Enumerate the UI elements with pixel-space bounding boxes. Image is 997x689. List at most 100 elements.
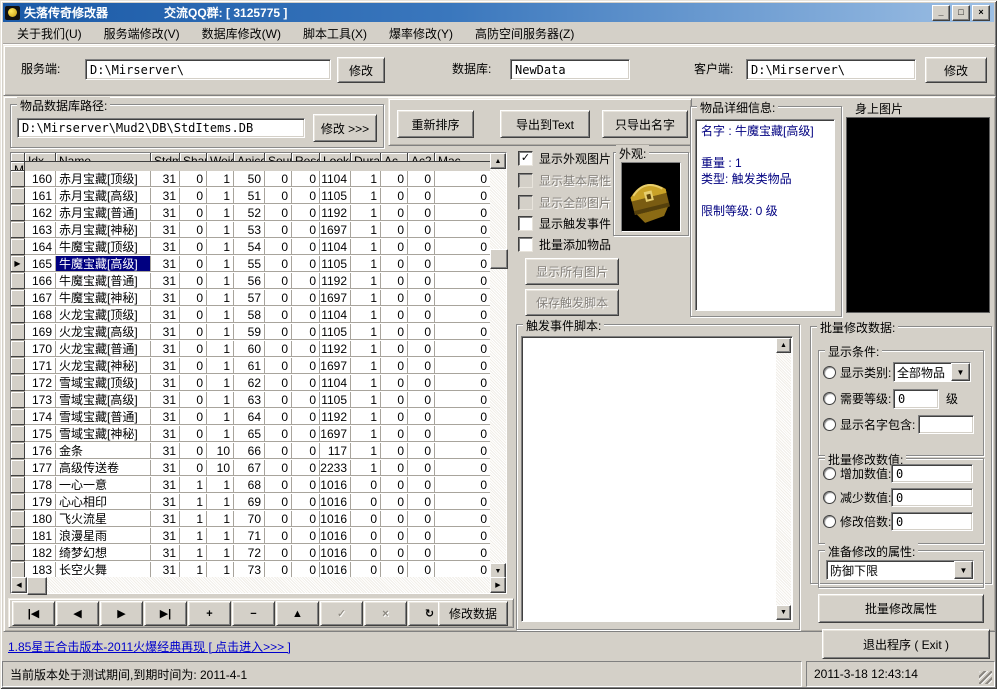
item-value-cell[interactable]: 1192	[320, 409, 351, 425]
item-value-cell[interactable]: 1	[351, 290, 381, 306]
nav-insert-button[interactable]: +	[188, 601, 231, 626]
item-value-cell[interactable]: 170	[25, 341, 56, 357]
item-value-cell[interactable]: 0	[180, 443, 207, 459]
column-header-shape[interactable]: Shape	[180, 153, 207, 162]
modify-data-button[interactable]: 修改数据	[438, 601, 508, 626]
item-value-cell[interactable]: 31	[151, 562, 180, 578]
client-path-input[interactable]: D:\Mirserver\	[746, 59, 916, 80]
item-value-cell[interactable]: 0	[435, 324, 491, 340]
item-value-cell[interactable]: 10	[207, 443, 234, 459]
item-value-cell[interactable]: 1697	[320, 358, 351, 374]
item-value-cell[interactable]: 0	[408, 494, 435, 510]
table-row[interactable]: ▶165牛魔宝藏[高级]3101550011051000	[11, 256, 491, 273]
column-header-name[interactable]: Name	[56, 153, 151, 162]
item-value-cell[interactable]: 0	[408, 222, 435, 238]
item-value-cell[interactable]: 1	[207, 375, 234, 391]
view-option-5[interactable]: 批量添加物品	[518, 236, 611, 253]
item-value-cell[interactable]: 1	[207, 511, 234, 527]
chevron-down-icon[interactable]: ▼	[954, 561, 973, 579]
item-value-cell[interactable]: 0	[435, 477, 491, 493]
item-value-cell[interactable]: 0	[381, 562, 408, 578]
item-value-cell[interactable]: 0	[408, 239, 435, 255]
table-row[interactable]: 176金条3101066001171000	[11, 443, 491, 460]
item-value-cell[interactable]: 31	[151, 426, 180, 442]
item-value-cell[interactable]: 1	[207, 392, 234, 408]
item-value-cell[interactable]: 0	[435, 358, 491, 374]
item-value-cell[interactable]: 0	[180, 409, 207, 425]
item-value-cell[interactable]: 0	[265, 358, 292, 374]
item-value-cell[interactable]: 1	[207, 290, 234, 306]
item-value-cell[interactable]: 0	[408, 460, 435, 476]
client-modify-button[interactable]: 修改	[925, 57, 987, 83]
item-value-cell[interactable]: 183	[25, 562, 56, 578]
server-path-input[interactable]: D:\Mirserver\	[85, 59, 331, 80]
table-row[interactable]: 181浪漫星雨3111710010160000	[11, 528, 491, 545]
column-header-weigh[interactable]: Weigh	[207, 153, 234, 162]
sub-value-input[interactable]: 0	[891, 488, 973, 507]
item-value-cell[interactable]: 31	[151, 222, 180, 238]
table-row[interactable]: 166牛魔宝藏[普通]3101560011921000	[11, 273, 491, 290]
nav-edit-button[interactable]: ▲	[276, 601, 319, 626]
item-value-cell[interactable]: 1	[351, 324, 381, 340]
exit-button[interactable]: 退出程序 ( Exit )	[822, 629, 990, 659]
item-value-cell[interactable]: 0	[351, 528, 381, 544]
item-name-cell[interactable]: 牛魔宝藏[高级]	[56, 256, 151, 272]
item-value-cell[interactable]: 117	[320, 443, 351, 459]
item-value-cell[interactable]: 0	[265, 545, 292, 561]
item-value-cell[interactable]: 0	[180, 460, 207, 476]
item-value-cell[interactable]: 0	[408, 171, 435, 187]
item-value-cell[interactable]: 1	[351, 426, 381, 442]
item-value-cell[interactable]: 0	[351, 562, 381, 578]
item-value-cell[interactable]: 50	[234, 171, 265, 187]
category-radio[interactable]	[823, 366, 836, 379]
table-row[interactable]: 161赤月宝藏[高级]3101510011051000	[11, 188, 491, 205]
item-value-cell[interactable]: 31	[151, 528, 180, 544]
sub-value-radio[interactable]	[823, 491, 836, 504]
item-value-cell[interactable]: 0	[180, 205, 207, 221]
item-name-cell[interactable]: 牛魔宝藏[神秘]	[56, 290, 151, 306]
item-value-cell[interactable]: 0	[292, 409, 320, 425]
item-value-cell[interactable]: 31	[151, 256, 180, 272]
item-value-cell[interactable]: 0	[435, 375, 491, 391]
item-value-cell[interactable]: 59	[234, 324, 265, 340]
item-value-cell[interactable]: 0	[265, 443, 292, 459]
name-contains-radio[interactable]	[823, 418, 836, 431]
item-value-cell[interactable]: 0	[180, 375, 207, 391]
item-value-cell[interactable]: 0	[381, 205, 408, 221]
category-select[interactable]: 全部物品 ▼	[893, 362, 971, 382]
item-name-cell[interactable]: 绮梦幻想	[56, 545, 151, 561]
item-value-cell[interactable]: 68	[234, 477, 265, 493]
item-value-cell[interactable]: 0	[381, 426, 408, 442]
item-value-cell[interactable]: 0	[381, 545, 408, 561]
scroll-up-icon[interactable]: ▲	[490, 153, 506, 169]
item-value-cell[interactable]: 0	[408, 545, 435, 561]
item-value-cell[interactable]: 174	[25, 409, 56, 425]
item-value-cell[interactable]: 0	[435, 511, 491, 527]
menu-item-3[interactable]: 数据库修改(W)	[194, 23, 295, 44]
item-value-cell[interactable]: 1	[207, 239, 234, 255]
table-row[interactable]: 162赤月宝藏[普通]3101520011921000	[11, 205, 491, 222]
item-value-cell[interactable]: 1	[180, 528, 207, 544]
item-value-cell[interactable]: 0	[381, 239, 408, 255]
minimize-button[interactable]: _	[932, 5, 950, 21]
item-value-cell[interactable]: 0	[265, 307, 292, 323]
item-value-cell[interactable]: 1	[207, 222, 234, 238]
item-name-cell[interactable]: 雪域宝藏[顶级]	[56, 375, 151, 391]
item-value-cell[interactable]: 0	[435, 392, 491, 408]
item-value-cell[interactable]: 1	[207, 324, 234, 340]
item-value-cell[interactable]: 0	[351, 545, 381, 561]
item-value-cell[interactable]: 0	[408, 341, 435, 357]
item-name-cell[interactable]: 火龙宝藏[神秘]	[56, 358, 151, 374]
item-value-cell[interactable]: 0	[265, 375, 292, 391]
item-value-cell[interactable]: 0	[180, 273, 207, 289]
item-value-cell[interactable]: 0	[435, 205, 491, 221]
item-value-cell[interactable]: 66	[234, 443, 265, 459]
item-value-cell[interactable]: 167	[25, 290, 56, 306]
item-value-cell[interactable]: 172	[25, 375, 56, 391]
item-value-cell[interactable]: 53	[234, 222, 265, 238]
item-value-cell[interactable]: 0	[381, 307, 408, 323]
table-row[interactable]: 182绮梦幻想3111720010160000	[11, 545, 491, 562]
item-value-cell[interactable]: 60	[234, 341, 265, 357]
item-value-cell[interactable]: 0	[265, 426, 292, 442]
item-value-cell[interactable]: 31	[151, 341, 180, 357]
